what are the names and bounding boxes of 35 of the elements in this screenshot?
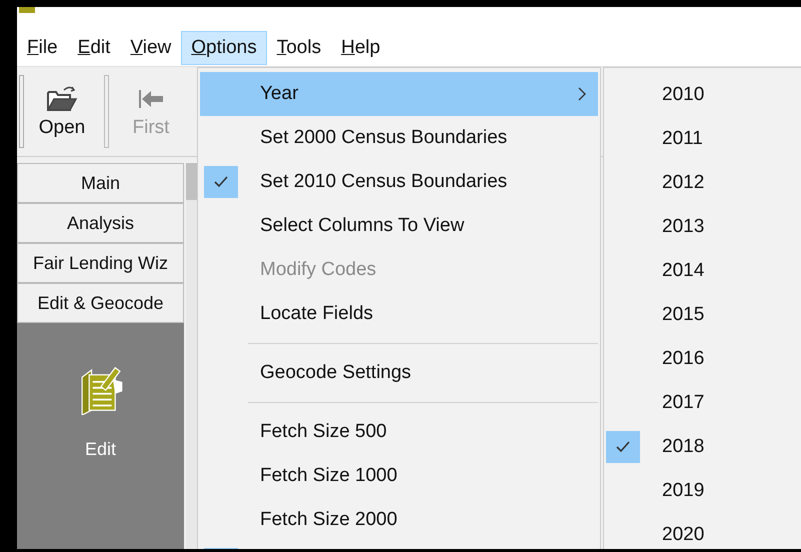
- menu-option[interactable]: 2010: [604, 73, 801, 117]
- menu-option[interactable]: 2011: [604, 117, 801, 161]
- menu-option[interactable]: 2017: [604, 381, 801, 425]
- menu-option[interactable]: 2013: [604, 205, 801, 249]
- scrollbar[interactable]: [186, 163, 197, 549]
- app-icon: [19, 7, 35, 13]
- menu-option[interactable]: Set 2000 Census Boundaries: [200, 116, 598, 160]
- menu-item[interactable]: Tools: [266, 31, 332, 65]
- menu-item[interactable]: View: [120, 31, 182, 65]
- menu-item[interactable]: Options: [181, 31, 267, 65]
- nav-button[interactable]: Fair Lending Wiz: [17, 243, 184, 283]
- menu-option[interactable]: 2015: [604, 293, 801, 337]
- menu-item[interactable]: File: [17, 31, 68, 65]
- menu-item[interactable]: Help: [331, 31, 390, 65]
- nav-button[interactable]: Analysis: [17, 203, 184, 243]
- menu-option[interactable]: Year: [200, 72, 598, 116]
- menu-option[interactable]: 2019: [604, 469, 801, 513]
- menu-option[interactable]: 2018: [604, 425, 801, 469]
- menu-item[interactable]: Edit: [68, 31, 120, 65]
- toolbar-button[interactable]: Open: [26, 71, 98, 152]
- menu-option[interactable]: 2016: [604, 337, 801, 381]
- menu-option[interactable]: Geocode Settings: [200, 351, 598, 395]
- menu-option[interactable]: Set 2010 Census Boundaries: [200, 160, 598, 204]
- menu-option[interactable]: 2012: [604, 161, 801, 205]
- nav-button[interactable]: Edit & Geocode: [17, 283, 184, 323]
- menu-option[interactable]: Fetch Size 500: [200, 410, 598, 454]
- menu-option[interactable]: 2020: [604, 513, 801, 549]
- nav-button[interactable]: Main: [17, 163, 184, 203]
- menu-option[interactable]: Select Columns To View: [200, 204, 598, 248]
- menu-option[interactable]: Fetch Size 2000: [200, 498, 598, 542]
- panel-label: Edit: [84, 439, 116, 460]
- folder-icon: [46, 84, 78, 112]
- menu-option[interactable]: Locate Fields: [200, 292, 598, 336]
- menu-option[interactable]: Fetch Size 1000: [200, 454, 598, 498]
- menu-option[interactable]: 2014: [604, 249, 801, 293]
